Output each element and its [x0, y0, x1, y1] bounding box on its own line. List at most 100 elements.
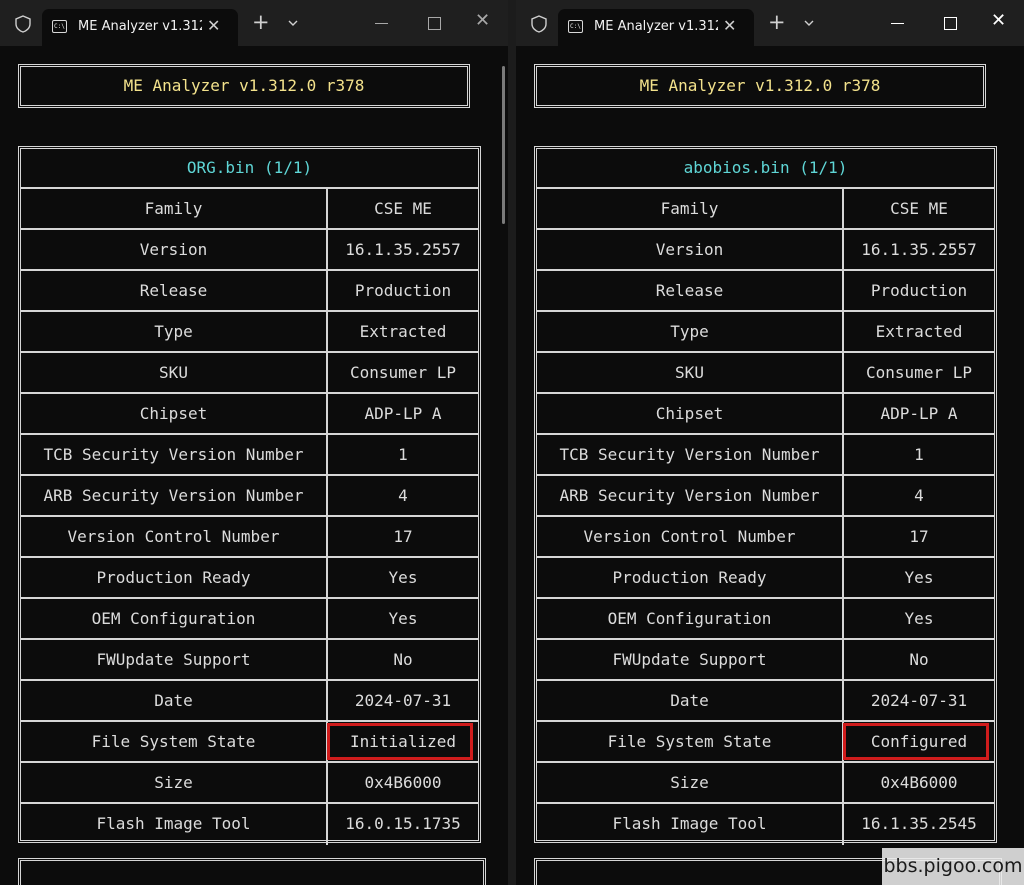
tab-title: ME Analyzer v1.312.	[594, 19, 718, 34]
row-value: 16.1.35.2545	[861, 814, 977, 833]
row-value: ADP-LP A	[364, 404, 442, 423]
minimize-button[interactable]	[375, 23, 388, 24]
row-value: CSE ME	[890, 199, 948, 218]
table-row: Size 0x4B6000	[21, 763, 478, 804]
shield-icon[interactable]	[530, 15, 548, 33]
table-header: abobios.bin (1/1)	[537, 149, 994, 189]
row-value: Yes	[904, 609, 934, 628]
row-value: Consumer LP	[866, 363, 972, 382]
chevron-down-icon[interactable]	[803, 17, 815, 29]
table-row: Date 2024-07-31	[21, 681, 478, 722]
chevron-down-icon[interactable]	[287, 17, 299, 29]
table-row: OEM Configuration Yes	[21, 599, 478, 640]
row-value: 16.0.15.1735	[345, 814, 461, 833]
firmware-table: ORG.bin (1/1) Family CSE ME Version 16.1.3…	[18, 146, 481, 845]
row-label: SKU	[21, 353, 328, 392]
next-table-edge	[18, 858, 486, 885]
row-value: 0x4B6000	[364, 773, 442, 792]
row-label: File System State	[21, 722, 328, 761]
row-label: Size	[21, 763, 328, 802]
row-value: Yes	[388, 568, 418, 587]
shield-icon[interactable]	[14, 15, 32, 33]
titlebar: C:\ ME Analyzer v1.312. ✕ + ✕	[516, 0, 1024, 46]
row-label: ARB Security Version Number	[21, 476, 328, 515]
tab-title: ME Analyzer v1.312.	[78, 19, 202, 34]
row-value-highlighted: Configured	[843, 722, 994, 761]
table-row: SKU Consumer LP	[21, 353, 478, 394]
plus-icon[interactable]: +	[252, 11, 270, 33]
titlebar: C:\ ME Analyzer v1.312. ✕ + ✕	[0, 0, 508, 46]
window-divider	[508, 0, 516, 885]
plus-icon[interactable]: +	[768, 11, 786, 33]
table-row: TCB Security Version Number 1	[537, 435, 994, 476]
row-label: Flash Image Tool	[21, 804, 328, 845]
row-value: 4	[398, 486, 408, 505]
table-row: TCB Security Version Number 1	[21, 435, 478, 476]
scrollbar-thumb[interactable]	[502, 66, 505, 224]
row-label: Version	[21, 230, 328, 269]
table-row: Chipset ADP-LP A	[21, 394, 478, 435]
row-label: TCB Security Version Number	[21, 435, 328, 474]
row-value: Production	[870, 281, 968, 300]
table-row: Family CSE ME	[537, 189, 994, 230]
row-label: Production Ready	[537, 558, 844, 597]
minimize-button[interactable]	[891, 23, 904, 24]
row-value: 17	[393, 527, 413, 546]
row-label: FWUpdate Support	[21, 640, 328, 679]
firmware-table: abobios.bin (1/1) Family CSE ME Version 16…	[534, 146, 997, 845]
row-value: Consumer LP	[350, 363, 456, 382]
row-label: Date	[537, 681, 844, 720]
close-icon[interactable]: ✕	[207, 16, 220, 35]
row-label: Family	[21, 189, 328, 228]
row-value: 16.1.35.2557	[345, 240, 461, 259]
table-row: Version 16.1.35.2557	[21, 230, 478, 271]
row-value: Yes	[388, 609, 418, 628]
close-window-button[interactable]: ✕	[475, 10, 490, 31]
row-value: ADP-LP A	[880, 404, 958, 423]
table-row: Size 0x4B6000	[537, 763, 994, 804]
terminal-window-left: C:\ ME Analyzer v1.312. ✕ + ✕ ME Analyze…	[0, 0, 508, 885]
row-label: Chipset	[21, 394, 328, 433]
maximize-button[interactable]	[428, 17, 441, 30]
row-label: Flash Image Tool	[537, 804, 844, 845]
row-label: FWUpdate Support	[537, 640, 844, 679]
row-value: Production	[354, 281, 452, 300]
row-label: Version Control Number	[537, 517, 844, 556]
close-icon[interactable]: ✕	[723, 16, 736, 35]
row-label: Release	[21, 271, 328, 310]
row-label: Type	[537, 312, 844, 351]
table-row: Type Extracted	[537, 312, 994, 353]
table-row: Flash Image Tool 16.0.15.1735	[21, 804, 478, 845]
row-label: ARB Security Version Number	[537, 476, 844, 515]
highlight-box	[843, 723, 989, 760]
table-row: SKU Consumer LP	[537, 353, 994, 394]
row-label: OEM Configuration	[21, 599, 328, 638]
row-value-highlighted: Initialized	[327, 722, 478, 761]
tab-me-analyzer[interactable]: C:\ ME Analyzer v1.312. ✕	[558, 9, 754, 46]
maximize-button[interactable]	[944, 17, 957, 30]
row-value: 16.1.35.2557	[861, 240, 977, 259]
row-label: Release	[537, 271, 844, 310]
row-value: 1	[398, 445, 408, 464]
row-label: Date	[21, 681, 328, 720]
row-value: Extracted	[875, 322, 963, 341]
table-row: Production Ready Yes	[21, 558, 478, 599]
row-value: 0x4B6000	[880, 773, 958, 792]
tab-me-analyzer[interactable]: C:\ ME Analyzer v1.312. ✕	[42, 9, 238, 46]
row-value: Yes	[904, 568, 934, 587]
table-row: Release Production	[21, 271, 478, 312]
row-label: Family	[537, 189, 844, 228]
terminal-icon: C:\	[568, 20, 583, 33]
table-row: Release Production	[537, 271, 994, 312]
row-label: Version	[537, 230, 844, 269]
table-row: Date 2024-07-31	[537, 681, 994, 722]
close-window-button[interactable]: ✕	[991, 10, 1006, 31]
row-value: Extracted	[359, 322, 447, 341]
row-value: 17	[909, 527, 929, 546]
row-value: 2024-07-31	[354, 691, 452, 710]
row-value: No	[393, 650, 413, 669]
row-value: 2024-07-31	[870, 691, 968, 710]
row-label: Size	[537, 763, 844, 802]
row-label: Version Control Number	[21, 517, 328, 556]
row-label: Type	[21, 312, 328, 351]
